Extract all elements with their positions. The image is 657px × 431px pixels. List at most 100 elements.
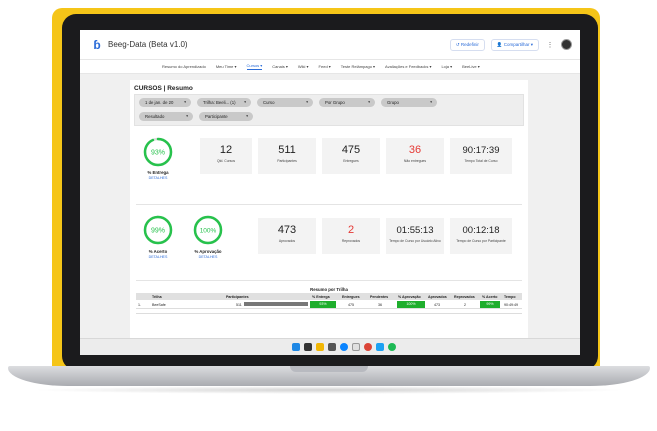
filter-trilha[interactable]: Trilha: Beeli... (1) ▾ xyxy=(197,98,251,107)
kpi-label: Tempo Total de Curso xyxy=(464,159,498,163)
col-aprovacao[interactable]: % Aprovação xyxy=(398,295,421,299)
kpi-value: 01:55:13 xyxy=(396,225,434,236)
nav-wiki[interactable]: Wiki ▾ xyxy=(298,64,309,69)
start-icon[interactable] xyxy=(292,343,300,351)
nav-resumo[interactable]: Resumo do Aprendizado xyxy=(162,64,206,69)
gauge-entrega: 93% xyxy=(143,137,173,167)
mail-icon[interactable] xyxy=(376,343,384,351)
kpi-label: Não entregues xyxy=(403,159,427,163)
beeg-logo-icon: ɓ xyxy=(93,37,101,52)
kpi-label: Tempo de Curso por Usuário Ativo xyxy=(389,239,441,243)
kpi-card-entregues: 475 Entregues xyxy=(322,138,380,174)
kpi-label: Qtd. Cursos xyxy=(216,159,236,163)
report-nav: Resumo do Aprendizado Meu Time ▾ Cursos … xyxy=(80,60,580,74)
kpi-card-aprovados: 473 Aprovados xyxy=(258,218,316,254)
gauge-entrega-details-link[interactable]: DETALHES xyxy=(138,176,178,180)
nav-feed[interactable]: Feed ▾ xyxy=(319,64,331,69)
kpi-value: 473 xyxy=(277,224,297,236)
col-reprovados[interactable]: Reprovados xyxy=(454,295,475,299)
filter-grupo[interactable]: Grupo ▾ xyxy=(381,98,437,107)
share-label: Compartilhar xyxy=(503,41,530,47)
col-entregues[interactable]: Entregues xyxy=(342,295,360,299)
filter-date[interactable]: 1 de jan. de 20 ▾ xyxy=(139,98,191,107)
reset-button[interactable]: ↺ Redefinir xyxy=(449,38,485,51)
app-title: Beeg-Data (Beta v1.0) xyxy=(108,40,188,49)
laptop-notch xyxy=(290,366,368,372)
filter-participante[interactable]: Participante ▾ xyxy=(199,112,253,121)
cell-participantes: 511 xyxy=(236,302,242,307)
col-aprovados[interactable]: Aprovados xyxy=(428,295,447,299)
cell-entregues: 475 xyxy=(348,302,354,307)
chrome-icon[interactable] xyxy=(364,343,372,351)
avatar[interactable] xyxy=(561,39,572,50)
nav-cursos[interactable]: Cursos ▾ xyxy=(246,63,263,70)
nav-teste-relampago[interactable]: Teste Relâmpago ▾ xyxy=(341,64,375,69)
nav-loja[interactable]: Loja ▾ xyxy=(441,64,452,69)
cell-aprovados: 473 xyxy=(434,302,440,307)
col-acerto[interactable]: % Acerto xyxy=(482,295,497,299)
cell-entrega: 93% xyxy=(310,301,336,308)
filter-resultado[interactable]: Resultado ▾ xyxy=(139,112,193,121)
spotify-icon[interactable] xyxy=(388,343,396,351)
col-tempo[interactable]: Tempo xyxy=(504,295,516,299)
summary-table: Trilha Participantes % Entrega Entregues… xyxy=(136,293,522,314)
cell-aprovacao: 100% xyxy=(397,301,425,308)
chevron-down-icon: ▾ xyxy=(368,100,370,104)
reset-label: Redefinir xyxy=(460,41,479,47)
filter-grupo-label: Grupo xyxy=(387,100,399,105)
nav-meu-time[interactable]: Meu Time ▾ xyxy=(216,64,237,69)
cell-pendentes: 36 xyxy=(378,302,382,307)
filter-panel: 1 de jan. de 20 ▾ Trilha: Beeli... (1) ▾ C… xyxy=(134,94,524,126)
col-participantes[interactable]: Participantes xyxy=(226,295,249,299)
table-header: Trilha Participantes % Entrega Entregues… xyxy=(136,293,522,300)
kpi-value: 12 xyxy=(219,144,233,156)
col-trilha[interactable]: Trilha xyxy=(152,295,162,299)
app-icon[interactable] xyxy=(352,343,360,351)
kpi-value: 475 xyxy=(341,144,361,156)
os-taskbar xyxy=(80,338,580,355)
kpi-value: 2 xyxy=(347,224,355,236)
chevron-down-icon: ▾ xyxy=(244,100,246,104)
cell-trilha: BeeSafe xyxy=(152,302,166,307)
cell-reprovados: 2 xyxy=(464,302,466,307)
search-icon[interactable] xyxy=(304,343,312,351)
gauge-entrega-label: % Entrega xyxy=(147,170,169,175)
filter-por-grupo[interactable]: Por Grupo ▾ xyxy=(319,98,375,107)
marketing-stage: ɓ Beeg-Data (Beta v1.0) ↺ Redefinir 👤 Co… xyxy=(0,0,657,431)
nav-beelive[interactable]: BeeLive ▾ xyxy=(462,64,480,69)
gauge-acerto-label: % Acerto xyxy=(148,249,168,254)
kpi-card-cursos: 12 Qtd. Cursos xyxy=(200,138,252,174)
col-pendentes[interactable]: Pendentes xyxy=(370,295,388,299)
chevron-down-icon: ▾ xyxy=(306,100,308,104)
table-row[interactable]: 1. BeeSafe 511 93% 475 36 100% 473 2 99%… xyxy=(136,300,522,309)
terminal-icon[interactable] xyxy=(328,343,336,351)
more-options-icon[interactable]: ⋮ xyxy=(545,41,555,49)
cell-tempo: 90:49:49 xyxy=(504,302,518,307)
nav-canais[interactable]: Canais ▾ xyxy=(272,64,288,69)
kpi-value: 90:17:39 xyxy=(462,145,500,156)
section-divider xyxy=(136,204,522,205)
browser-icon[interactable] xyxy=(340,343,348,351)
table-row-empty xyxy=(136,309,522,314)
gauge-acerto-value: 99% xyxy=(151,228,165,235)
chevron-down-icon: ▾ xyxy=(184,100,186,104)
app-header: ɓ Beeg-Data (Beta v1.0) ↺ Redefinir 👤 Co… xyxy=(80,30,580,60)
share-button[interactable]: 👤 Compartilhar ▾ xyxy=(490,38,539,51)
gauge-acerto-details-link[interactable]: DETALHES xyxy=(138,255,178,259)
nav-avaliacoes[interactable]: Avaliações e Feedbacks ▾ xyxy=(385,64,431,69)
col-entrega[interactable]: % Entrega xyxy=(312,295,330,299)
kpi-card-tempo-total: 90:17:39 Tempo Total de Curso xyxy=(450,138,512,174)
kpi-label: Reprovados xyxy=(341,239,361,243)
gauge-aprovacao-details-link[interactable]: DETALHES xyxy=(188,255,228,259)
report-page: CURSOS | Resumo 1 de jan. de 20 ▾ Trilha:… xyxy=(130,80,528,338)
gauge-aprovacao-label: % Aprovação xyxy=(194,249,222,254)
kpi-label: Entregues xyxy=(343,159,359,163)
kpi-value: 00:12:18 xyxy=(462,225,500,236)
kpi-label: Aprovados xyxy=(278,239,296,243)
kpi-card-reprovados: 2 Reprovados xyxy=(322,218,380,254)
kpi-label: Participantes xyxy=(277,159,297,163)
section-divider xyxy=(136,280,522,281)
filter-date-label: 1 de jan. de 20 xyxy=(145,100,174,105)
folder-icon[interactable] xyxy=(316,343,324,351)
filter-curso[interactable]: Curso ▾ xyxy=(257,98,313,107)
